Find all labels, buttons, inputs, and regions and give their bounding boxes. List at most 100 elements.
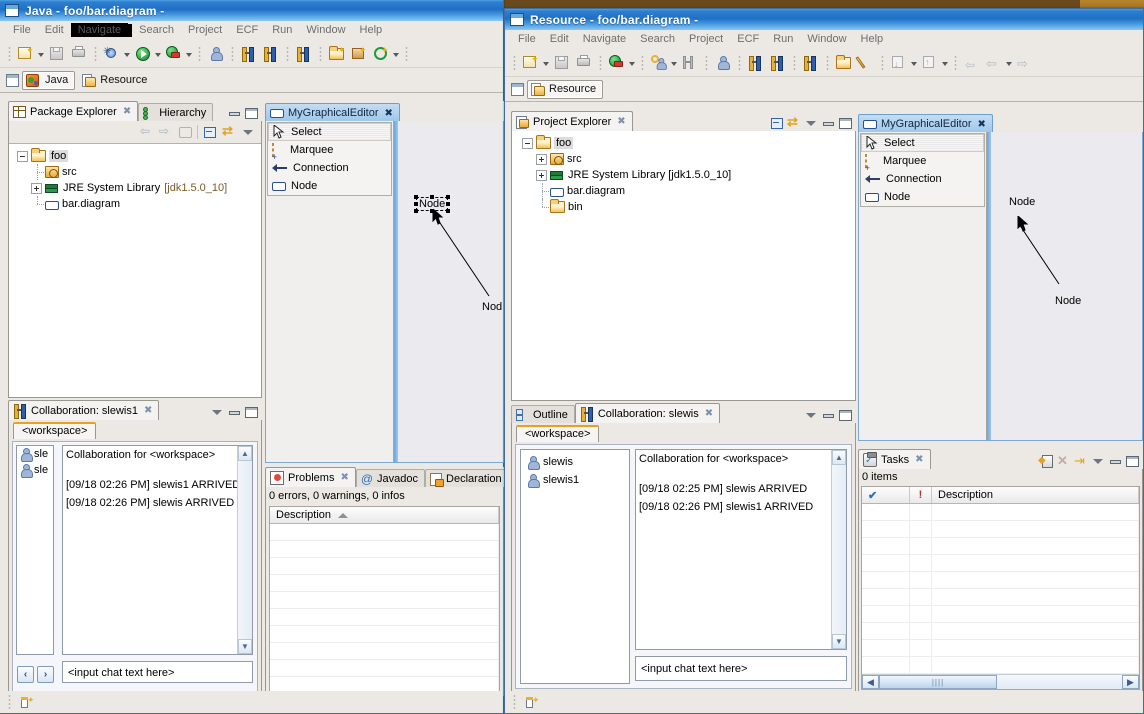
table-row[interactable] (862, 504, 1139, 521)
toolbar-grip[interactable] (597, 53, 604, 72)
table-row[interactable] (270, 643, 499, 660)
project-explorer-tree[interactable]: foo src JRE System Library [jdk1.5.0_10] (512, 131, 855, 219)
table-row[interactable] (862, 640, 1139, 657)
table-row[interactable] (862, 623, 1139, 640)
toolbar-grip[interactable] (284, 44, 291, 63)
table-row[interactable] (270, 660, 499, 677)
package-explorer-part[interactable]: Package Explorer ✖ Hierarchy ⇦ ⇨ ⇄ foo s… (8, 101, 262, 398)
save-icon[interactable] (552, 53, 572, 73)
table-row[interactable] (862, 657, 1139, 674)
resource-window-titlebar[interactable]: Resource - foo/bar.diagram - (505, 9, 1143, 30)
close-icon[interactable]: ✖ (915, 454, 923, 465)
collaboration-gray-icon[interactable] (680, 53, 700, 73)
minimize-icon[interactable] (227, 405, 241, 419)
toolbar-grip[interactable] (403, 44, 410, 63)
problems-table[interactable]: Description (269, 506, 500, 692)
next-arrow-button[interactable]: › (37, 666, 54, 683)
package-explorer-tree[interactable]: foo src JRE System Library [jdk1.5.0_10]… (9, 144, 261, 216)
table-row[interactable] (270, 558, 499, 575)
table-row[interactable] (862, 589, 1139, 606)
editor-body-left[interactable]: Select Marquee Connection Node (265, 121, 504, 463)
chat-room-tabrow-right[interactable]: <workspace> (512, 423, 855, 442)
new-annotation-dropdown-icon[interactable] (392, 45, 401, 63)
chat-room-tab-workspace-left[interactable]: <workspace> (13, 422, 97, 439)
tree-item-bardiagram[interactable]: bar.diagram (514, 183, 853, 199)
resource-window[interactable]: Resource - foo/bar.diagram - File Edit N… (504, 8, 1144, 714)
scroll-up-icon[interactable]: ▲ (832, 450, 846, 465)
project-explorer-body[interactable]: foo src JRE System Library [jdk1.5.0_10] (511, 131, 856, 401)
tasks-part[interactable]: Tasks ✖ 0 items ✔ (858, 449, 1143, 693)
roster-list-right[interactable]: slewis slewis1 (520, 449, 630, 684)
tasks-table[interactable]: ✔ ! Description ◀ |||| ▶ (861, 486, 1140, 690)
editor-part-left[interactable]: MyGraphicalEditor ✖ Select + Marquee Con… (265, 101, 504, 463)
package-explorer-tabrow[interactable]: Package Explorer ✖ Hierarchy (8, 101, 262, 122)
table-row[interactable] (270, 609, 499, 626)
maximize-icon[interactable] (244, 106, 258, 120)
palette-item-marquee[interactable]: Marquee (861, 152, 984, 170)
chat-log-right[interactable]: Collaboration for <workspace> [09/18 02:… (635, 449, 847, 650)
edit-pencil-icon[interactable] (855, 53, 876, 73)
java-perspective-bar[interactable]: Java Resource (0, 68, 503, 93)
view-menu-icon[interactable] (210, 405, 224, 419)
view-menu-icon[interactable] (241, 125, 255, 139)
export-icon[interactable]: ↑ (920, 53, 940, 73)
close-icon[interactable]: ✖ (977, 119, 985, 130)
collaboration-share-icon[interactable] (294, 44, 314, 64)
roster-item[interactable]: sle (17, 462, 53, 478)
external-tools-dropdown-icon[interactable] (628, 54, 637, 72)
user-icon[interactable] (713, 53, 733, 73)
collapse-all-icon[interactable] (770, 116, 784, 130)
tree-item-jre[interactable]: JRE System Library [jdk1.5.0_10] (514, 167, 853, 183)
toolbar-grip[interactable] (639, 53, 646, 72)
new-task-icon[interactable] (1038, 454, 1054, 468)
collaboration-connect-icon[interactable] (239, 44, 259, 64)
collaboration-tabrow-left[interactable]: Collaboration: slewis1 ✖ (8, 400, 262, 420)
package-explorer-part-controls[interactable] (227, 106, 262, 121)
editor-canvas-left[interactable]: Node Nod (394, 121, 503, 462)
menu-ecf[interactable]: ECF (730, 32, 766, 46)
toolbar-grip[interactable] (317, 44, 324, 63)
tab-collaboration-left[interactable]: Collaboration: slewis1 ✖ (8, 400, 160, 420)
menu-file[interactable]: File (511, 32, 543, 46)
palette-item-node[interactable]: Node (861, 188, 984, 206)
menu-navigate[interactable]: Navigate (70, 23, 129, 37)
open-perspective-icon[interactable] (511, 82, 524, 96)
toolbar-grip[interactable] (791, 53, 798, 72)
menu-project[interactable]: Project (181, 23, 229, 37)
collaboration-part-controls-left[interactable] (210, 405, 262, 420)
roster-item[interactable]: slewis (521, 453, 629, 471)
problems-part[interactable]: Problems ✖ @ Javadoc Declaration 0 error… (265, 467, 509, 696)
tab-package-explorer[interactable]: Package Explorer ✖ (8, 101, 139, 121)
chat-log-left[interactable]: Collaboration for <workspace> [09/18 02:… (62, 445, 253, 655)
palette-item-connection[interactable]: Connection (861, 170, 984, 188)
forward-icon[interactable]: ⇨ (1015, 53, 1035, 73)
new-wizard-dropdown-icon[interactable] (37, 45, 46, 63)
tree-item-src[interactable]: src (11, 164, 259, 180)
table-row[interactable] (862, 555, 1139, 572)
link-with-editor-icon[interactable] (222, 123, 236, 139)
collaboration-connect-icon[interactable] (746, 53, 766, 73)
scroll-down-icon[interactable]: ▼ (238, 639, 252, 654)
close-icon[interactable]: ✖ (705, 408, 713, 419)
tasks-tabrow[interactable]: Tasks ✖ (858, 449, 1143, 469)
java-window-titlebar[interactable]: Java - foo/bar.diagram - (0, 0, 503, 21)
collaboration-part-controls-right[interactable] (804, 408, 856, 423)
close-icon[interactable]: ✖ (144, 405, 152, 416)
editor-part-right[interactable]: MyGraphicalEditor ✖ Select + Marquee Con… (858, 112, 1143, 441)
close-icon[interactable]: ✖ (340, 472, 348, 483)
expander-plus-icon[interactable] (31, 182, 42, 194)
statusbar-grip[interactable] (511, 693, 518, 711)
filter-icon[interactable] (1074, 453, 1088, 468)
toolbar-grip[interactable] (229, 44, 236, 63)
run-icon[interactable] (133, 44, 153, 64)
tab-outline[interactable]: Outline (511, 405, 575, 424)
chat-log-scrollbar-left[interactable]: ▲ ▼ (237, 446, 252, 654)
minimize-icon[interactable] (227, 106, 241, 120)
editor-canvas-right[interactable]: Node Node (987, 132, 1142, 440)
editor-palette-right[interactable]: Select Marquee Connection Node (859, 132, 987, 440)
tree-item-foo[interactable]: foo (11, 148, 259, 164)
tab-mygraphicaleditor-right[interactable]: MyGraphicalEditor ✖ (858, 114, 993, 133)
menu-help[interactable]: Help (854, 32, 891, 46)
table-row[interactable] (270, 524, 499, 541)
java-window[interactable]: Java - foo/bar.diagram - File Edit Navig… (0, 0, 509, 714)
